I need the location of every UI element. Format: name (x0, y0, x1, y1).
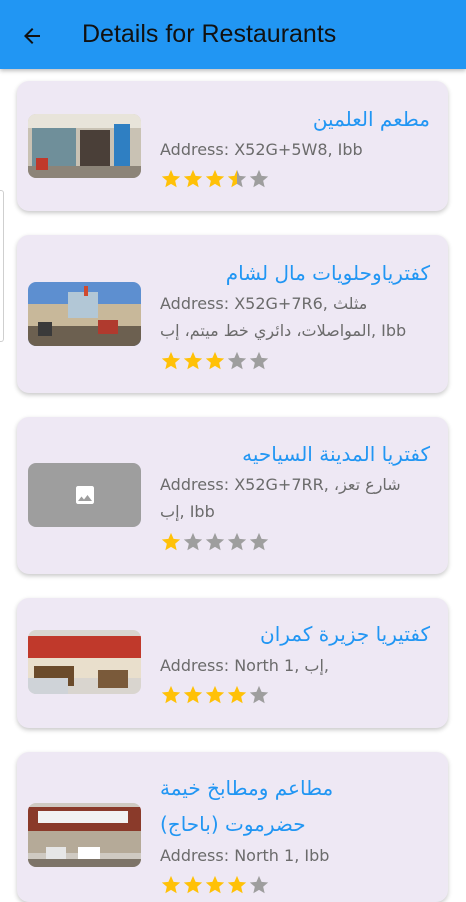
restaurant-card[interactable]: كفترياوحلويات مال لشام Address: X52G+7R6… (17, 235, 448, 393)
star-icon (227, 532, 247, 551)
rating-stars (160, 350, 270, 372)
star-icon (205, 685, 225, 704)
restaurant-address: Address: North 1, إب, (160, 656, 329, 675)
drawer-edge-handle[interactable] (0, 190, 4, 342)
restaurant-name[interactable]: كفترياوحلويات مال لشام (160, 255, 430, 291)
image-icon (75, 486, 94, 504)
star-icon (161, 532, 181, 551)
restaurant-address: Address: North 1, Ibb (160, 846, 330, 865)
star-icon (205, 532, 225, 551)
star-icon (227, 351, 247, 370)
app-bar: Details for Restaurants (0, 0, 466, 69)
star-icon (249, 351, 269, 370)
rating-stars (160, 531, 270, 553)
star-icon (205, 169, 225, 188)
star-icon (183, 351, 203, 370)
arrow-back-icon (24, 28, 40, 44)
star-icon (183, 875, 203, 894)
restaurant-name[interactable]: مطاعم ومطابخ خيمة حضرموت (باحاج) (160, 770, 360, 842)
star-icon (205, 351, 225, 370)
restaurant-photo (28, 803, 141, 867)
star-icon (249, 532, 269, 551)
restaurant-photo (28, 630, 141, 694)
star-icon (249, 685, 269, 704)
star-icon (161, 351, 181, 370)
restaurant-card[interactable]: مطاعم ومطابخ خيمة حضرموت (باحاج) Address… (17, 752, 448, 902)
star-icon (249, 169, 269, 188)
restaurant-name[interactable]: كفتيريا جزيرة كمران (160, 616, 430, 652)
star-icon (205, 875, 225, 894)
star-icon (227, 875, 247, 894)
page-title: Details for Restaurants (82, 20, 337, 48)
restaurant-name[interactable]: كفتريا المدينة السياحيه (160, 436, 430, 472)
star-icon (183, 532, 203, 551)
star-icon (249, 875, 269, 894)
restaurant-card[interactable]: مطعم العلمين Address: X52G+5W8, Ibb (17, 81, 448, 211)
star-icon (183, 685, 203, 704)
star-icon (161, 875, 181, 894)
restaurant-name[interactable]: مطعم العلمين (160, 101, 430, 137)
restaurant-address: Address: X52G+5W8, Ibb (160, 140, 363, 159)
back-button[interactable] (14, 18, 50, 54)
restaurant-address: Address: X52G+7RR, شارع تعز، إب, Ibb (160, 475, 401, 521)
restaurant-card[interactable]: كفتريا المدينة السياحيه Address: X52G+7R… (17, 417, 448, 574)
star-icon (161, 685, 181, 704)
star-icon (161, 169, 181, 188)
image-placeholder (28, 463, 141, 527)
star-icon (227, 685, 247, 704)
star-icon (227, 169, 247, 188)
restaurant-card[interactable]: كفتيريا جزيرة كمران Address: North 1, إب… (17, 598, 448, 728)
rating-stars (160, 168, 270, 190)
restaurant-photo (28, 282, 141, 346)
rating-stars (160, 684, 270, 706)
restaurant-address: Address: X52G+7R6, مثلث المواصلات، دائري… (160, 294, 407, 340)
restaurant-photo (28, 114, 141, 178)
star-icon (183, 169, 203, 188)
rating-stars (160, 874, 270, 896)
